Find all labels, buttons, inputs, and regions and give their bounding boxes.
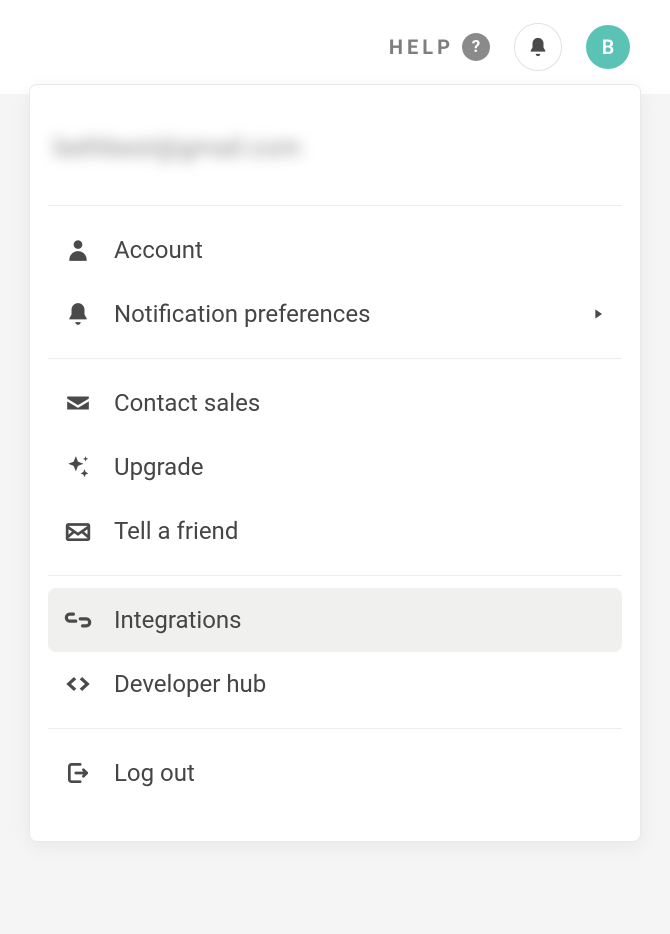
menu-item-notification-preferences[interactable]: Notification preferences [48, 282, 622, 346]
menu-section-logout: Log out [48, 729, 622, 817]
sparkle-icon [64, 453, 92, 481]
code-icon [64, 670, 92, 698]
menu-item-tell-a-friend[interactable]: Tell a friend [48, 499, 622, 563]
mail-open-icon [64, 517, 92, 545]
envelope-icon [64, 389, 92, 417]
menu-item-label: Tell a friend [114, 517, 238, 545]
user-icon [64, 236, 92, 264]
menu-item-label: Integrations [114, 606, 242, 634]
link-icon [64, 606, 92, 634]
menu-item-upgrade[interactable]: Upgrade [48, 435, 622, 499]
help-label: HELP [389, 35, 454, 59]
avatar[interactable]: B [586, 25, 630, 69]
help-button[interactable]: HELP ? [389, 33, 490, 61]
menu-section-account: Account Notification preferences [48, 206, 622, 358]
user-email: bethbest@gmail.com [48, 85, 622, 205]
menu-item-label: Account [114, 236, 203, 264]
menu-item-label: Notification preferences [114, 300, 370, 328]
menu-item-label: Log out [114, 759, 195, 787]
avatar-initial: B [602, 35, 615, 59]
bell-icon [64, 300, 92, 328]
bell-icon [524, 33, 552, 61]
menu-item-label: Upgrade [114, 453, 204, 481]
chevron-right-icon [590, 306, 606, 322]
menu-item-label: Developer hub [114, 670, 266, 698]
user-menu-dropdown: bethbest@gmail.com Account Notification … [29, 84, 641, 842]
menu-item-account[interactable]: Account [48, 218, 622, 282]
topbar: HELP ? B [0, 0, 670, 94]
menu-item-logout[interactable]: Log out [48, 741, 622, 805]
menu-item-developer-hub[interactable]: Developer hub [48, 652, 622, 716]
menu-section-dev: Integrations Developer hub [48, 576, 622, 728]
menu-item-label: Contact sales [114, 389, 260, 417]
logout-icon [64, 759, 92, 787]
menu-section-sales: Contact sales Upgrade Tell a friend [48, 359, 622, 575]
notifications-button[interactable] [514, 23, 562, 71]
question-icon: ? [462, 33, 490, 61]
menu-item-contact-sales[interactable]: Contact sales [48, 371, 622, 435]
menu-item-integrations[interactable]: Integrations [48, 588, 622, 652]
